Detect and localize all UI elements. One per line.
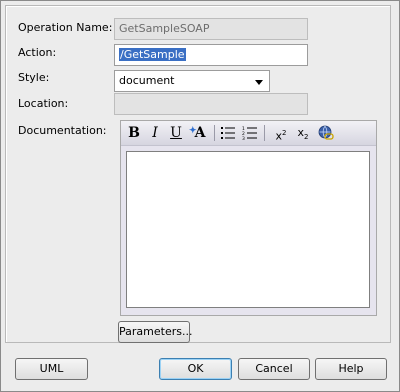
- operation-name-label: Operation Name:: [18, 21, 113, 34]
- underline-button[interactable]: U: [169, 124, 183, 142]
- numbered-list-icon: 1 2 3: [242, 126, 257, 142]
- location-field: [114, 93, 308, 115]
- parameters-button[interactable]: Parameters...: [118, 321, 192, 343]
- style-dropdown[interactable]: document: [114, 70, 270, 92]
- sparkle-icon: ✦: [189, 126, 197, 136]
- subscript-button[interactable]: x2: [295, 124, 311, 142]
- toolbar-separator: [264, 125, 265, 141]
- action-input[interactable]: /GetSample: [114, 44, 308, 66]
- action-value: /GetSample: [119, 48, 186, 61]
- style-label: Style:: [18, 71, 50, 84]
- font-button[interactable]: A ✦: [189, 124, 209, 142]
- bullet-list-button[interactable]: [221, 124, 235, 142]
- link-button[interactable]: [317, 124, 335, 142]
- numbered-list-button[interactable]: 1 2 3: [242, 124, 257, 142]
- superscript-button[interactable]: x2: [273, 124, 289, 143]
- documentation-label: Documentation:: [18, 124, 107, 137]
- operation-name-value: GetSampleSOAP: [119, 22, 210, 35]
- cancel-button[interactable]: Cancel: [238, 358, 310, 380]
- documentation-textarea[interactable]: [126, 151, 370, 308]
- globe-link-icon: [318, 125, 334, 140]
- ok-button[interactable]: OK: [159, 358, 232, 380]
- bold-button[interactable]: B: [127, 124, 141, 142]
- toolbar-separator: [214, 125, 215, 141]
- uml-button[interactable]: UML: [15, 358, 88, 380]
- italic-button[interactable]: I: [149, 124, 161, 142]
- bullet-list-icon: [221, 127, 235, 139]
- documentation-editor: B I U A ✦ 1 2 3 x2 x2: [120, 120, 377, 316]
- help-button[interactable]: Help: [315, 358, 387, 380]
- chevron-down-icon: [255, 80, 263, 85]
- location-label: Location:: [18, 97, 69, 110]
- superscript-exp: 2: [282, 129, 287, 137]
- operation-name-field: GetSampleSOAP: [114, 18, 308, 40]
- svg-text:3: 3: [242, 136, 245, 140]
- operation-dialog: Operation Name: GetSampleSOAP Action: /G…: [0, 0, 400, 392]
- editor-toolbar: B I U A ✦ 1 2 3 x2 x2: [121, 121, 376, 146]
- action-label: Action:: [18, 46, 57, 59]
- style-value: document: [119, 74, 175, 87]
- subscript-exp: 2: [304, 133, 309, 142]
